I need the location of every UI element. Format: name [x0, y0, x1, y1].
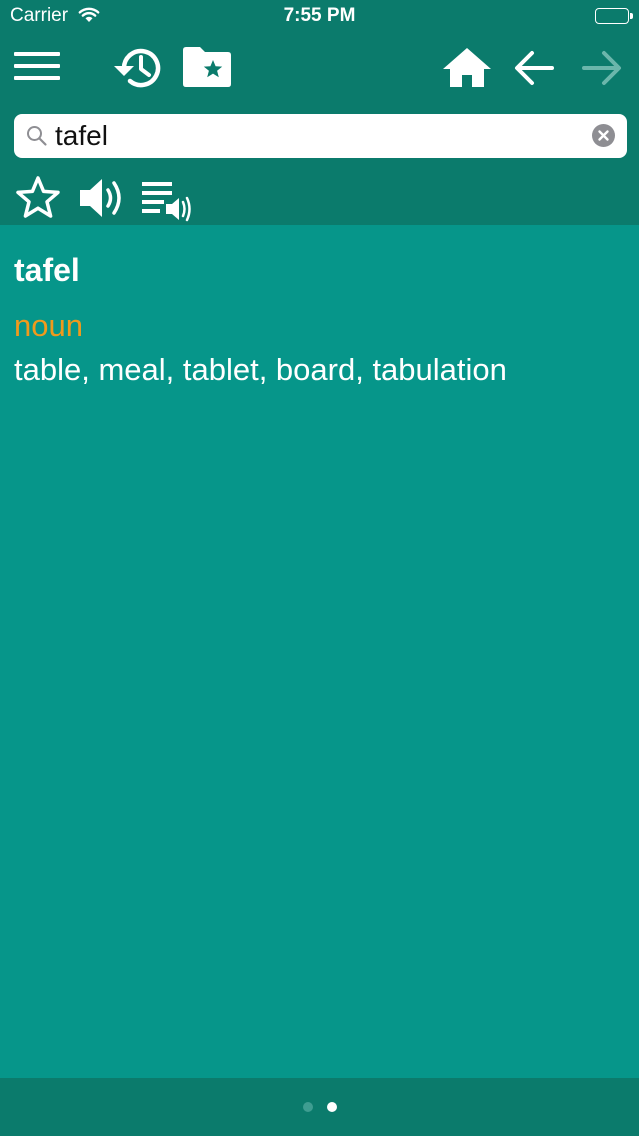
- search-bar: [14, 114, 627, 158]
- speak-list-icon: [142, 182, 194, 225]
- speaker-icon: [78, 179, 128, 225]
- favorites-folder-icon: [182, 47, 232, 91]
- clear-icon: [592, 130, 615, 150]
- star-icon: [14, 176, 62, 225]
- page-dot-2[interactable]: [326, 1102, 337, 1112]
- battery-icon: [595, 8, 633, 24]
- history-button[interactable]: [112, 44, 164, 92]
- menu-icon: [14, 52, 60, 87]
- clear-search-button[interactable]: [592, 124, 615, 147]
- page-dot-1[interactable]: [302, 1102, 313, 1112]
- entry-headword: tafel: [14, 252, 80, 288]
- search-icon: [26, 125, 48, 152]
- status-bar: Carrier 7:55 PM: [0, 0, 639, 34]
- home-icon: [442, 48, 492, 91]
- part-of-speech: noun: [14, 308, 83, 343]
- history-icon: [112, 48, 164, 95]
- dictionary-entry: tafel noun table, meal, tablet, board, t…: [14, 248, 624, 392]
- app-screen: Carrier 7:55 PM tafel tafel noun table, …: [0, 0, 639, 1136]
- back-button[interactable]: [512, 48, 556, 88]
- favorite-star-button[interactable]: [14, 174, 62, 222]
- speak-all-button[interactable]: [142, 178, 194, 222]
- top-bar: Carrier 7:55 PM: [0, 0, 639, 225]
- status-time: 7:55 PM: [283, 5, 356, 26]
- search-input[interactable]: [55, 118, 585, 154]
- speak-button[interactable]: [78, 174, 128, 222]
- forward-arrow-icon: [580, 51, 624, 91]
- page-indicator: [0, 1102, 639, 1112]
- entry-translations: table, meal, tablet, board, tabulation: [14, 352, 507, 387]
- favorites-folder-button[interactable]: [182, 46, 232, 88]
- back-arrow-icon: [512, 51, 556, 91]
- bottom-bar: [0, 1078, 639, 1136]
- home-button[interactable]: [442, 46, 492, 88]
- menu-button[interactable]: [14, 48, 60, 84]
- forward-button[interactable]: [580, 48, 624, 88]
